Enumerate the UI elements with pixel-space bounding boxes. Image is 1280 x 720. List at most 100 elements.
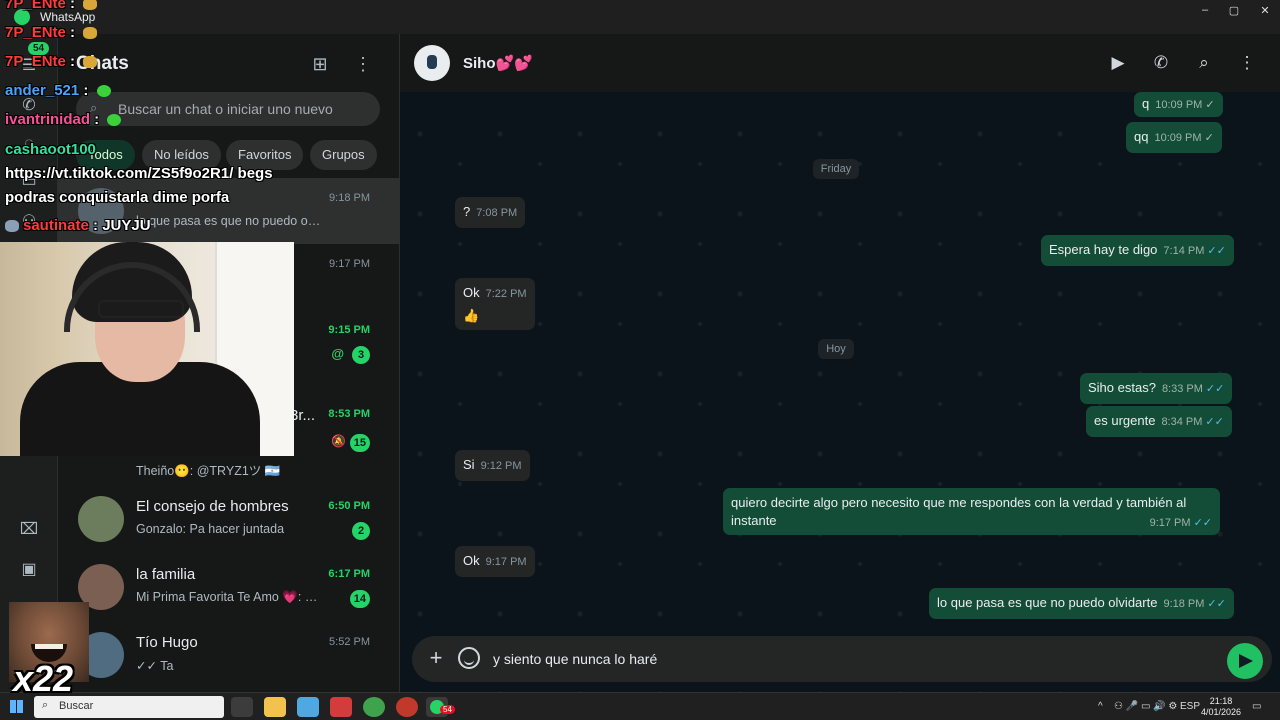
whatsapp-taskbar-badge: 54: [440, 705, 455, 714]
avatar: [78, 496, 124, 542]
obs-icon[interactable]: [396, 697, 418, 717]
search-icon[interactable]: ⌕: [1192, 51, 1216, 75]
contact-name[interactable]: Siho💕💕: [463, 54, 533, 72]
stream-chat-line: 7P_ENte :: [5, 53, 98, 70]
read-tick-icon: ✓✓: [1207, 245, 1226, 257]
stream-chat-line: sautinate : JUYJU: [5, 217, 151, 234]
chat-preview: Gonzalo: Pa hacer juntada: [136, 522, 285, 536]
task-view-icon[interactable]: [231, 697, 253, 717]
chat-row[interactable]: Tío Hugo ✓✓ Ta 5:52 PM: [58, 622, 400, 688]
message-bubble-outgoing[interactable]: q 10:09 PM ✓: [1134, 92, 1223, 117]
attach-plus-icon[interactable]: +: [424, 646, 448, 670]
chat-time: 8:53 PM: [328, 408, 370, 420]
muted-icon: 🔕: [331, 434, 346, 448]
chat-preview: Theiño😶: @TRYZ1ツ 🇦🇷: [136, 464, 281, 478]
message-text: quiero decirte algo pero necesito que me…: [731, 495, 1187, 528]
message-bubble-outgoing[interactable]: quiero decirte algo pero necesito que me…: [723, 488, 1220, 535]
message-time: 9:17 PM: [1149, 517, 1191, 529]
thumbs-up-emoji: 👍: [463, 308, 480, 323]
date-separator: Friday: [810, 159, 862, 179]
message-bubble-incoming[interactable]: Si 9:12 PM: [455, 450, 530, 481]
unread-badge: 2: [352, 522, 370, 540]
message-bubble-outgoing[interactable]: lo que pasa es que no puedo olvidarte 9:1…: [929, 588, 1234, 619]
delivered-tick-icon: ✓: [1205, 99, 1215, 111]
send-button[interactable]: [1227, 643, 1263, 679]
message-composer[interactable]: + y siento que nunca lo haré: [412, 636, 1272, 682]
message-bubble-outgoing[interactable]: qq 10:09 PM ✓: [1126, 122, 1222, 153]
menu-icon[interactable]: ⋮: [351, 52, 375, 76]
message-text: Espera hay te digo: [1049, 242, 1158, 257]
message-input[interactable]: y siento que nunca lo haré: [493, 651, 657, 667]
unread-badge: 15: [349, 434, 370, 452]
message-text: Siho estas?: [1088, 380, 1156, 395]
contact-avatar[interactable]: [414, 45, 450, 81]
mention-icon: @: [331, 346, 344, 361]
multiplier-overlay: x22: [13, 658, 74, 699]
message-bubble-incoming[interactable]: Ok 9:17 PM: [455, 546, 535, 577]
delivered-tick-icon: ✓: [1204, 132, 1214, 144]
sticker-emoji-icon[interactable]: [458, 647, 480, 669]
stream-chat-line: cashaoot100: [5, 141, 96, 158]
badge-icon: [5, 220, 19, 233]
maximize-button[interactable]: ▢: [1219, 4, 1249, 20]
unread-badge: 14: [349, 590, 370, 608]
chat-row[interactable]: la familia Mi Prima Favorita Te Amo 💗: 🎤…: [58, 554, 400, 620]
emote-icon: [107, 114, 122, 127]
chat-preview: ✓✓ Ta: [136, 659, 174, 673]
message-bubble-outgoing[interactable]: es urgente 8:34 PM ✓✓: [1086, 406, 1232, 437]
unread-badge: 3: [352, 346, 370, 364]
conversation-header[interactable]: Siho💕💕 ▶ ✆ ⌕ ⋮: [400, 34, 1280, 92]
message-text: ?: [463, 204, 471, 219]
emote-icon: [83, 0, 98, 11]
video-call-icon[interactable]: ▶: [1106, 51, 1130, 75]
voice-call-icon[interactable]: ✆: [1149, 51, 1173, 75]
notification-icon[interactable]: ▭: [1252, 701, 1261, 712]
tray-chevron-icon[interactable]: ^: [1098, 701, 1103, 712]
message-text: Si: [463, 457, 475, 472]
chat-row[interactable]: El consejo de hombres Gonzalo: Pa hacer …: [58, 486, 400, 552]
message-time: 8:34 PM: [1161, 416, 1203, 428]
window-title: WhatsApp: [40, 10, 96, 24]
start-button[interactable]: [10, 700, 23, 713]
emote-icon: [83, 56, 98, 69]
chat-name: Tío Hugo: [136, 634, 198, 651]
stream-chat-line: https://vt.tiktok.com/ZS5f9o2R1/ begs: [5, 165, 273, 182]
app-root: WhatsApp – ▢ ✕ ☰ 54 ✆ ◌ ▭ ⚇ ⌧ ▣ Chats ⊞ …: [0, 0, 1280, 720]
chat-preview: Mi Prima Favorita Te Amo 💗: 🎤 0...: [136, 590, 322, 604]
emote-icon: [96, 85, 111, 98]
tray-icons[interactable]: ⚇ 🎤 ▭ 🔊 ⚙: [1114, 701, 1177, 712]
close-button[interactable]: ✕: [1250, 4, 1280, 20]
app-icon[interactable]: [297, 697, 319, 717]
chat-time: 9:18 PM: [329, 192, 370, 204]
chat-time: 6:17 PM: [328, 568, 370, 580]
message-time: 7:22 PM: [485, 288, 527, 300]
menu-icon[interactable]: ⋮: [1235, 51, 1259, 75]
new-chat-icon[interactable]: ⊞: [308, 52, 332, 76]
chat-row[interactable]: lo que pasa es que no puedo olvidar... 9…: [58, 178, 400, 244]
file-explorer-icon[interactable]: [264, 697, 286, 717]
chat-name: la familia: [136, 566, 196, 583]
minimize-button[interactable]: –: [1190, 4, 1220, 20]
media-nav-icon[interactable]: ▣: [19, 560, 39, 580]
message-bubble-incoming[interactable]: Ok 7:22 PM 👍: [455, 278, 535, 330]
chat-time: 9:15 PM: [328, 324, 370, 336]
webcam-overlay: [0, 242, 294, 456]
system-clock[interactable]: 21:18 4/01/2026: [1196, 696, 1246, 718]
meme-teeth: [35, 644, 63, 649]
stream-chat-line: 7P_ENte :: [5, 24, 98, 41]
message-bubble-incoming[interactable]: ? 7:08 PM: [455, 197, 526, 228]
chat-time: 6:50 PM: [328, 500, 370, 512]
message-text: es urgente: [1094, 413, 1156, 428]
filter-groups[interactable]: Grupos: [310, 140, 377, 170]
date-separator: Hoy: [816, 339, 856, 359]
message-bubble-outgoing[interactable]: Siho estas? 8:33 PM ✓✓: [1080, 373, 1233, 404]
chrome-icon[interactable]: [363, 697, 385, 717]
message-text: Ok: [463, 553, 480, 568]
app-icon[interactable]: [330, 697, 352, 717]
stream-chat-line: 7P_ENte :: [5, 0, 98, 12]
read-tick-icon: ✓✓: [1207, 598, 1226, 610]
message-bubble-outgoing[interactable]: Espera hay te digo 7:14 PM ✓✓: [1041, 235, 1234, 266]
stream-chat-line: podras conquistarla dime porfa: [5, 189, 230, 206]
starred-nav-icon[interactable]: ⌧: [19, 520, 39, 540]
search-bar[interactable]: ⌕ Buscar un chat o iniciar uno nuevo: [76, 92, 380, 126]
